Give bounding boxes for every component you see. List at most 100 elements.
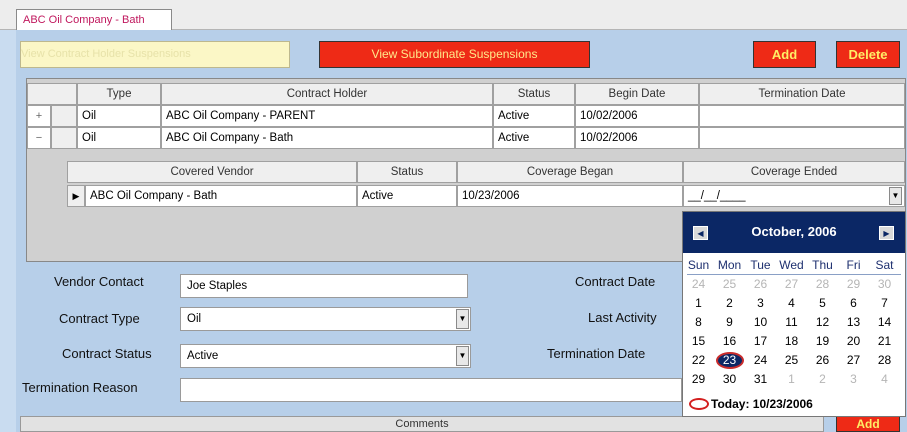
contract-status-select[interactable]: Active xyxy=(180,344,471,368)
row-begin-date[interactable]: 10/02/2006 xyxy=(575,105,699,127)
vendor-status[interactable]: Active xyxy=(357,185,457,207)
row-type[interactable]: Oil xyxy=(77,127,161,149)
calendar-day[interactable]: 27 xyxy=(776,276,807,293)
calendar-day-number: 30 xyxy=(722,372,737,386)
vendor-contact-field[interactable]: Joe Staples xyxy=(180,274,468,298)
header-status[interactable]: Status xyxy=(493,83,575,105)
calendar-day[interactable]: 7 xyxy=(869,295,900,312)
calendar-day[interactable]: 30 xyxy=(869,276,900,293)
row-begin-date[interactable]: 10/02/2006 xyxy=(575,127,699,149)
calendar-day[interactable]: 20 xyxy=(838,333,869,350)
calendar-day-number: 27 xyxy=(784,277,799,291)
calendar-day[interactable]: 10 xyxy=(745,314,776,331)
calendar-day[interactable]: 4 xyxy=(869,371,900,388)
calendar-day[interactable]: 25 xyxy=(714,276,745,293)
calendar-day[interactable]: 6 xyxy=(838,295,869,312)
view-contract-holder-suspensions-button: View Contract Holder Suspensions xyxy=(20,41,290,68)
collapse-row-icon[interactable]: − xyxy=(27,127,51,149)
calendar-day-number: 22 xyxy=(691,353,706,367)
tab-abc-oil-bath[interactable]: ABC Oil Company - Bath xyxy=(16,9,172,30)
calendar-day[interactable]: 13 xyxy=(838,314,869,331)
calendar-day[interactable]: 5 xyxy=(807,295,838,312)
row-type[interactable]: Oil xyxy=(77,105,161,127)
calendar-day[interactable]: 1 xyxy=(683,295,714,312)
contract-status-dropdown-icon[interactable]: ▼ xyxy=(456,346,469,366)
termination-reason-field[interactable] xyxy=(180,378,682,402)
calendar-day[interactable]: 27 xyxy=(838,352,869,369)
vendor-name[interactable]: ABC Oil Company - Bath xyxy=(85,185,357,207)
expand-row-icon[interactable]: + xyxy=(27,105,51,127)
row-contract-holder[interactable]: ABC Oil Company - PARENT xyxy=(161,105,493,127)
coverage-ended-dropdown-icon[interactable]: ▼ xyxy=(889,187,902,205)
calendar-day-number: 3 xyxy=(757,296,764,310)
calendar-day[interactable]: 30 xyxy=(714,371,745,388)
calendar-day[interactable]: 31 xyxy=(745,371,776,388)
calendar-day[interactable]: 11 xyxy=(776,314,807,331)
header-termination-date[interactable]: Termination Date xyxy=(699,83,905,105)
calendar-day[interactable]: 19 xyxy=(807,333,838,350)
header-coverage-began[interactable]: Coverage Began xyxy=(457,161,683,183)
calendar-day[interactable]: 16 xyxy=(714,333,745,350)
calendar-day[interactable]: 12 xyxy=(807,314,838,331)
calendar-week-row: 22 23 24 25 26 27 28 xyxy=(683,352,905,369)
header-begin-date[interactable]: Begin Date xyxy=(575,83,699,105)
header-type[interactable]: Type xyxy=(77,83,161,105)
calendar-day[interactable]: 8 xyxy=(683,314,714,331)
previous-month-icon[interactable]: ◀ xyxy=(693,226,708,240)
calendar-day[interactable]: 24 xyxy=(683,276,714,293)
calendar-day-number: 3 xyxy=(850,372,857,386)
contract-type-select[interactable]: Oil xyxy=(180,307,471,331)
row-termination-date[interactable] xyxy=(699,105,905,127)
next-month-icon[interactable]: ▶ xyxy=(879,226,894,240)
row-contract-holder[interactable]: ABC Oil Company - Bath xyxy=(161,127,493,149)
calendar-day-number: 20 xyxy=(846,334,861,348)
row-status[interactable]: Active xyxy=(493,127,575,149)
calendar-day-number: 4 xyxy=(881,372,888,386)
row-selector[interactable] xyxy=(51,105,77,127)
calendar-day[interactable]: 17 xyxy=(745,333,776,350)
calendar-day[interactable]: 15 xyxy=(683,333,714,350)
calendar-day[interactable]: 23 xyxy=(714,352,745,369)
calendar-day[interactable]: 25 xyxy=(776,352,807,369)
row-termination-date[interactable] xyxy=(699,127,905,149)
comments-header[interactable]: Comments xyxy=(20,416,824,432)
row-selector[interactable] xyxy=(51,127,77,149)
calendar-day[interactable]: 14 xyxy=(869,314,900,331)
calendar-day[interactable]: 26 xyxy=(745,276,776,293)
calendar-day[interactable]: 3 xyxy=(745,295,776,312)
contract-type-dropdown-icon[interactable]: ▼ xyxy=(456,309,469,329)
header-covered-vendor[interactable]: Covered Vendor xyxy=(67,161,357,183)
calendar-day[interactable]: 18 xyxy=(776,333,807,350)
calendar-day[interactable]: 21 xyxy=(869,333,900,350)
add-button[interactable]: Add xyxy=(753,41,816,68)
calendar-day[interactable]: 4 xyxy=(776,295,807,312)
dow-label: Tue xyxy=(750,258,771,272)
header-vendor-status[interactable]: Status xyxy=(357,161,457,183)
today-label: Today: 10/23/2006 xyxy=(711,397,813,411)
calendar-day[interactable]: 29 xyxy=(838,276,869,293)
calendar-day[interactable]: 9 xyxy=(714,314,745,331)
calendar-day-number: 14 xyxy=(877,315,892,329)
row-status[interactable]: Active xyxy=(493,105,575,127)
calendar-day[interactable]: 24 xyxy=(745,352,776,369)
calendar-day[interactable]: 3 xyxy=(838,371,869,388)
header-contract-holder[interactable]: Contract Holder xyxy=(161,83,493,105)
header-coverage-ended[interactable]: Coverage Ended xyxy=(683,161,905,183)
calendar-day-number: 11 xyxy=(785,315,798,329)
calendar-day[interactable]: 26 xyxy=(807,352,838,369)
vendor-coverage-ended-input[interactable]: __/__/____ xyxy=(683,185,905,207)
calendar-day-number: 28 xyxy=(877,353,892,367)
calendar-day[interactable]: 2 xyxy=(714,295,745,312)
calendar-day[interactable]: 28 xyxy=(807,276,838,293)
calendar-today[interactable]: Today: 10/23/2006 xyxy=(689,397,813,411)
calendar-day[interactable]: 1 xyxy=(776,371,807,388)
view-subordinate-suspensions-button[interactable]: View Subordinate Suspensions xyxy=(319,41,590,68)
dow-label: Mon xyxy=(717,258,742,272)
calendar-day[interactable]: 28 xyxy=(869,352,900,369)
calendar-day[interactable]: 29 xyxy=(683,371,714,388)
add-comment-button[interactable]: Add xyxy=(836,416,900,432)
calendar-day[interactable]: 22 xyxy=(683,352,714,369)
calendar-day[interactable]: 2 xyxy=(807,371,838,388)
vendor-coverage-began[interactable]: 10/23/2006 xyxy=(457,185,683,207)
delete-button[interactable]: Delete xyxy=(836,41,900,68)
